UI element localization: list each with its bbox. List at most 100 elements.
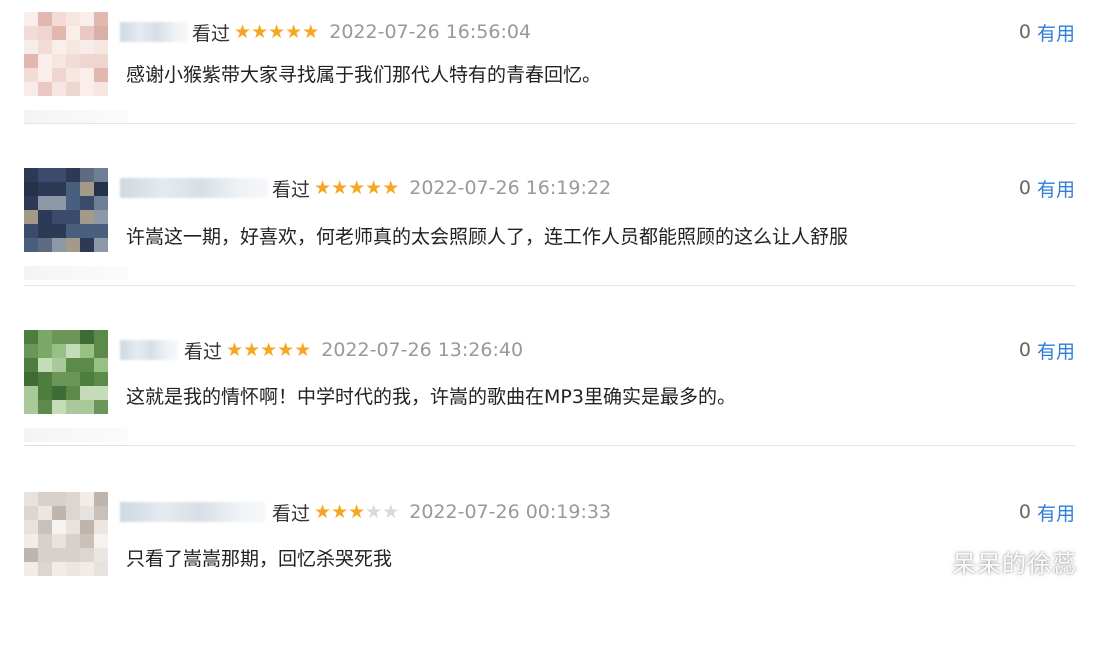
- comment-meta: 看过 ★ ★ ★ ★ ★ 2022-07-26 00:19:33: [272, 500, 611, 525]
- useful-vote: 0 有用: [1019, 337, 1075, 364]
- avatar-pixel: [52, 372, 66, 386]
- avatar-pixel: [80, 12, 94, 26]
- comment-content: 只看了嵩嵩那期，回忆杀哭死我: [126, 548, 393, 570]
- avatar-pixel: [66, 534, 80, 548]
- avatar-pixel: [24, 182, 38, 196]
- avatar-pixel: [66, 548, 80, 562]
- avatar-pixel: [52, 68, 66, 82]
- avatar-pixel: [52, 520, 66, 534]
- comment-time: 2022-07-26 16:19:22: [409, 177, 612, 199]
- avatar-pixel: [94, 534, 108, 548]
- star-filled-icon: ★: [382, 176, 400, 199]
- avatar-pixel: [52, 562, 66, 576]
- star-empty-icon: ★: [382, 500, 400, 523]
- useful-button[interactable]: 有用: [1037, 499, 1075, 526]
- comment-item: 看过 ★ ★ ★ ★ ★ 2022-07-26 16:19:22 0 有用 许嵩这一期，…: [0, 168, 1093, 329]
- avatar-pixel: [52, 210, 66, 224]
- avatar-pixel: [24, 344, 38, 358]
- username-blurred[interactable]: [120, 178, 268, 198]
- avatar-pixel: [66, 82, 80, 96]
- avatar-pixel: [38, 210, 52, 224]
- avatar-pixel: [52, 40, 66, 54]
- avatar-pixel: [66, 238, 80, 252]
- avatar[interactable]: [24, 12, 108, 96]
- avatar-pixel: [66, 520, 80, 534]
- avatar-pixel: [94, 210, 108, 224]
- decorative-bar: [24, 110, 128, 124]
- avatar-pixel: [80, 548, 94, 562]
- avatar-pixel: [94, 68, 108, 82]
- star-filled-icon: ★: [226, 338, 244, 361]
- avatar-pixel: [24, 54, 38, 68]
- avatar-pixel: [38, 12, 52, 26]
- avatar[interactable]: [24, 330, 108, 414]
- avatar-pixel: [94, 40, 108, 54]
- avatar-pixel: [24, 534, 38, 548]
- avatar-pixel: [52, 54, 66, 68]
- avatar-pixel: [52, 238, 66, 252]
- avatar-pixel: [24, 210, 38, 224]
- avatar-pixel: [38, 26, 52, 40]
- avatar-pixel: [38, 548, 52, 562]
- avatar-pixel: [38, 330, 52, 344]
- star-filled-icon: ★: [285, 20, 303, 43]
- star-filled-icon: ★: [243, 338, 261, 361]
- avatar-pixel: [94, 400, 108, 414]
- avatar-pixel: [94, 562, 108, 576]
- avatar-pixel: [80, 224, 94, 238]
- avatar-pixel: [94, 506, 108, 520]
- useful-button[interactable]: 有用: [1037, 175, 1075, 202]
- avatar-pixel: [66, 54, 80, 68]
- avatar-pixel: [80, 54, 94, 68]
- avatar-pixel: [52, 224, 66, 238]
- avatar-pixel: [38, 506, 52, 520]
- avatar-pixel: [94, 182, 108, 196]
- avatar-pixel: [66, 168, 80, 182]
- avatar-pixel: [80, 68, 94, 82]
- avatar-pixel: [80, 492, 94, 506]
- star-filled-icon: ★: [260, 338, 278, 361]
- useful-vote: 0 有用: [1018, 175, 1075, 202]
- star-filled-icon: ★: [302, 20, 320, 43]
- username-blurred[interactable]: [120, 22, 188, 42]
- avatar-pixel: [24, 330, 38, 344]
- star-filled-icon: ★: [365, 176, 383, 199]
- rating-stars: ★ ★ ★ ★ ★: [314, 500, 400, 523]
- avatar-pixel: [24, 12, 38, 26]
- comment-item: 看过 ★ ★ ★ ★ ★ 2022-07-26 13:26:40 0 有用 这就是我的情…: [0, 330, 1093, 491]
- useful-button[interactable]: 有用: [1037, 19, 1075, 46]
- avatar-pixel: [80, 330, 94, 344]
- useful-button[interactable]: 有用: [1037, 337, 1075, 364]
- watched-label: 看过: [192, 22, 231, 45]
- avatar-pixel: [52, 548, 66, 562]
- avatar-pixel: [94, 520, 108, 534]
- avatar-pixel: [66, 330, 80, 344]
- avatar-pixel: [38, 182, 52, 196]
- avatar-pixel: [52, 330, 66, 344]
- avatar-pixel: [94, 54, 108, 68]
- username-blurred[interactable]: [120, 340, 178, 360]
- avatar-pixel: [38, 54, 52, 68]
- avatar-pixel: [94, 196, 108, 210]
- decorative-bar: [24, 428, 128, 442]
- avatar-pixel: [80, 372, 94, 386]
- avatar-pixel: [94, 224, 108, 238]
- avatar-pixel: [24, 224, 38, 238]
- useful-count: 0: [1018, 177, 1031, 199]
- avatar-pixel: [94, 492, 108, 506]
- star-filled-icon: ★: [234, 20, 252, 43]
- avatar-pixel: [94, 372, 108, 386]
- avatar[interactable]: [24, 168, 108, 252]
- avatar-pixel: [66, 562, 80, 576]
- decorative-bar: [24, 266, 128, 280]
- avatar-mosaic: [24, 12, 108, 96]
- avatar-pixel: [52, 534, 66, 548]
- avatar-pixel: [66, 400, 80, 414]
- username-blurred[interactable]: [120, 502, 266, 522]
- avatar-pixel: [80, 534, 94, 548]
- avatar[interactable]: [24, 492, 108, 576]
- avatar-pixel: [80, 168, 94, 182]
- rating-stars: ★ ★ ★ ★ ★: [234, 20, 320, 43]
- avatar-pixel: [24, 82, 38, 96]
- avatar-pixel: [24, 548, 38, 562]
